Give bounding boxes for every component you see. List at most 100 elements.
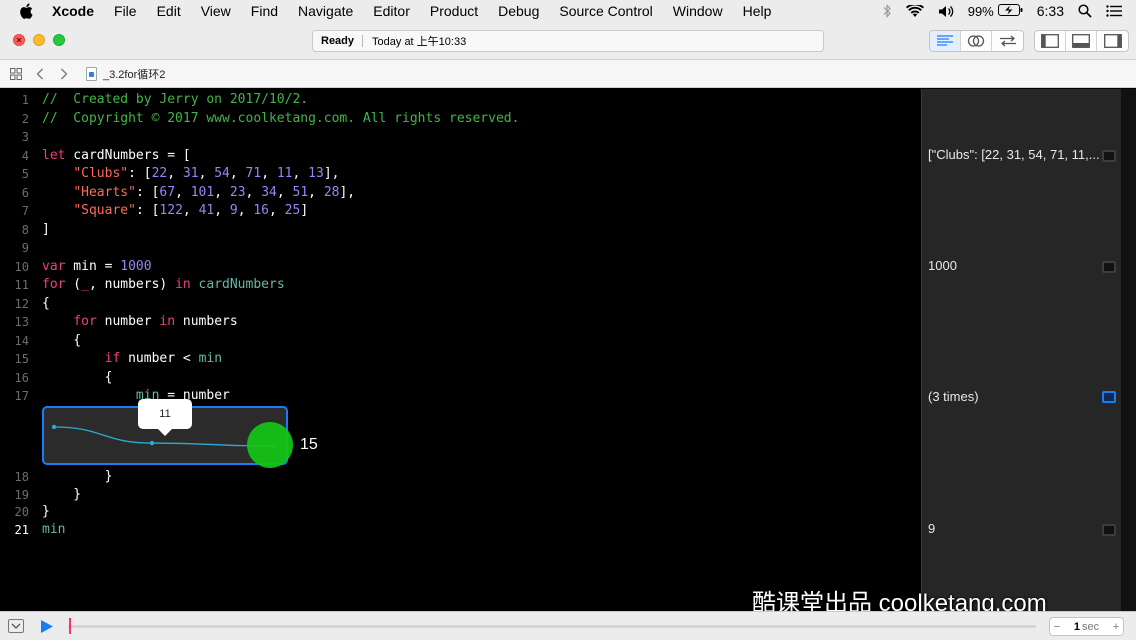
- menu-navigate[interactable]: Navigate: [298, 3, 353, 19]
- code-line[interactable]: 18 }: [0, 468, 921, 486]
- speed-value: 1 sec: [1064, 621, 1109, 633]
- code-line[interactable]: 12 {: [0, 295, 921, 313]
- code-token: cardNumbers: [198, 277, 285, 292]
- volume-icon[interactable]: [938, 5, 954, 18]
- speed-decrease-button[interactable]: −: [1050, 621, 1064, 633]
- standard-editor-button[interactable]: [930, 31, 961, 51]
- menu-help[interactable]: Help: [743, 3, 772, 19]
- code-line[interactable]: 5 "Clubs": [22, 31, 54, 71, 11, 13],: [0, 165, 921, 183]
- menu-source-control[interactable]: Source Control: [559, 3, 652, 19]
- wifi-icon[interactable]: [905, 4, 924, 18]
- code-token: ]: [42, 221, 50, 237]
- menu-editor[interactable]: Editor: [373, 3, 410, 19]
- line-number: 16: [14, 370, 29, 385]
- quick-look-button-line10[interactable]: [1102, 261, 1116, 273]
- toggle-navigator-button[interactable]: [1035, 31, 1066, 51]
- run-playground-button[interactable]: [40, 619, 54, 639]
- related-items-grid-icon[interactable]: [8, 66, 24, 82]
- code-line[interactable]: 20}: [0, 503, 921, 521]
- code-token: // Created by Jerry on 2017/10/2.: [42, 92, 309, 107]
- apple-icon[interactable]: [18, 3, 34, 19]
- code-line[interactable]: 21 min: [0, 521, 921, 539]
- touch-step-label: 15: [300, 436, 318, 453]
- menu-find[interactable]: Find: [251, 3, 278, 19]
- menu-view[interactable]: View: [201, 3, 231, 19]
- code-line[interactable]: 15 if number < min: [0, 350, 921, 368]
- menu-file[interactable]: File: [114, 3, 137, 19]
- code-line[interactable]: 16 {: [0, 369, 921, 387]
- code-line[interactable]: 9: [0, 239, 921, 257]
- close-window-button[interactable]: [13, 34, 25, 46]
- code-token: in: [159, 314, 176, 329]
- code-line[interactable]: 2 // Copyright © 2017 www.coolketang.com.…: [0, 110, 921, 128]
- menu-product[interactable]: Product: [430, 3, 478, 19]
- execution-timeline[interactable]: [68, 625, 1036, 628]
- code-line[interactable]: 19 }: [0, 486, 921, 504]
- toggle-debug-area-button[interactable]: [1066, 31, 1097, 51]
- code-token: in: [175, 277, 191, 292]
- minimize-window-button[interactable]: [33, 34, 45, 46]
- menu-edit[interactable]: Edit: [157, 3, 181, 19]
- line-number: 21: [14, 522, 29, 537]
- code-token: if: [104, 351, 121, 366]
- notification-center-icon[interactable]: [1106, 5, 1122, 17]
- code-line[interactable]: 1 // Created by Jerry on 2017/10/2.: [0, 91, 921, 109]
- timeline-playhead[interactable]: [69, 618, 71, 634]
- hide-debug-area-button[interactable]: [8, 619, 24, 633]
- menu-debug[interactable]: Debug: [498, 3, 539, 19]
- code-text: }: [42, 486, 81, 504]
- jumpbar-file-name[interactable]: _3.2for循环2: [103, 66, 165, 82]
- menu-xcode[interactable]: Xcode: [52, 3, 94, 19]
- quick-look-button-line21[interactable]: [1102, 524, 1116, 536]
- code-line[interactable]: 7 "Square": [122, 41, 9, 16, 25]: [0, 202, 921, 220]
- code-line[interactable]: 8]: [0, 221, 921, 239]
- assistant-editor-button[interactable]: [961, 31, 992, 51]
- code-token: 1000: [120, 258, 152, 274]
- code-token: min: [198, 351, 223, 366]
- code-line[interactable]: 3: [0, 128, 921, 146]
- code-line[interactable]: 11 for (_, numbers) in cardNumbers: [0, 276, 921, 294]
- code-text: for (_, numbers) in cardNumbers: [42, 276, 285, 294]
- menubar-clock[interactable]: 6:33: [1037, 3, 1064, 19]
- code-line[interactable]: 14 {: [0, 332, 921, 350]
- speed-increase-button[interactable]: +: [1109, 621, 1123, 633]
- code-token: {: [42, 295, 50, 311]
- code-token: _: [81, 277, 89, 292]
- line-number: 5: [21, 167, 29, 181]
- code-editor[interactable]: 1 // Created by Jerry on 2017/10/2. 2 // Co…: [0, 89, 921, 611]
- quick-look-button-line4[interactable]: [1102, 150, 1116, 162]
- version-editor-button[interactable]: [992, 31, 1023, 51]
- code-line[interactable]: 13 for number in numbers: [0, 313, 921, 331]
- results-scroll-track[interactable]: [1121, 89, 1136, 611]
- battery-charging-icon[interactable]: [997, 3, 1023, 19]
- code-token: ,: [229, 166, 246, 181]
- code-token: 16: [253, 203, 270, 218]
- touch-indicator: [247, 422, 293, 468]
- forward-arrow-icon[interactable]: [56, 66, 72, 82]
- graph-point[interactable]: [149, 440, 155, 446]
- code-token: 25: [284, 203, 301, 218]
- line-number: 14: [14, 333, 29, 348]
- zoom-window-button[interactable]: [53, 34, 65, 46]
- code-token: , numbers): [88, 277, 176, 292]
- code-text: let cardNumbers = [: [42, 147, 191, 165]
- line-number: 19: [14, 487, 29, 502]
- menu-window[interactable]: Window: [673, 3, 723, 19]
- back-arrow-icon[interactable]: [32, 66, 48, 82]
- code-line[interactable]: 10 var min = 1000: [0, 258, 921, 276]
- results-sidebar: ["Clubs": [22, 31, 54, 71, 11,... 1000 (…: [921, 89, 1121, 611]
- bluetooth-icon[interactable]: [882, 4, 892, 18]
- code-line[interactable]: 4 let cardNumbers = [: [0, 147, 921, 165]
- graph-point[interactable]: [51, 424, 57, 430]
- code-text: if number < min: [42, 350, 222, 368]
- code-line[interactable]: 6 "Hearts": [67, 101, 23, 34, 51, 28],: [0, 184, 921, 202]
- line-number: 6: [21, 185, 29, 200]
- code-text: {: [42, 295, 50, 313]
- spotlight-search-icon[interactable]: [1078, 4, 1092, 18]
- toggle-utilities-button[interactable]: [1097, 31, 1128, 51]
- show-result-button-line17[interactable]: [1102, 391, 1116, 403]
- code-token: 28: [323, 184, 340, 200]
- playground-file-icon: [86, 66, 97, 81]
- editor-mode-control: [929, 30, 1024, 52]
